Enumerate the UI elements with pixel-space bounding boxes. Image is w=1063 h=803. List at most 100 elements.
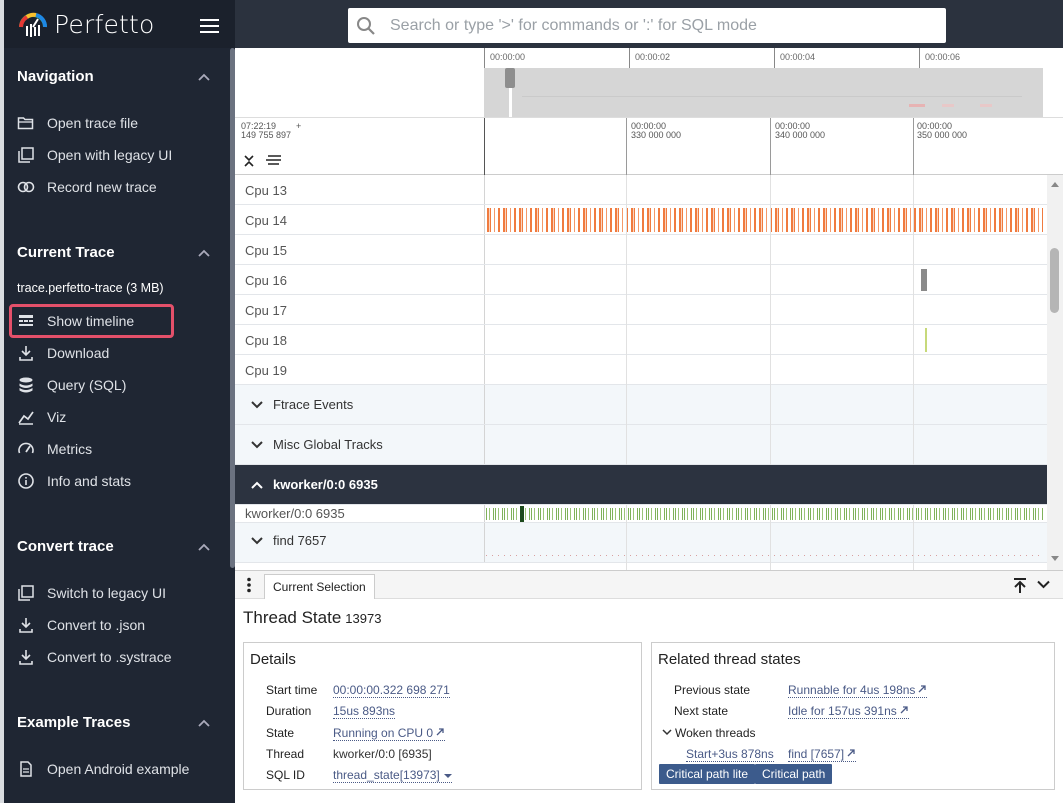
critical-path-lite-button[interactable]: Critical path lite bbox=[659, 764, 756, 784]
track-divider bbox=[484, 505, 485, 522]
sidebar-item-label: Viz bbox=[47, 409, 67, 425]
related-key: Previous state bbox=[674, 683, 751, 697]
open-in-new-icon bbox=[436, 728, 444, 736]
overview-tick-label: 00:00:00 bbox=[490, 52, 526, 62]
previous-state-link[interactable]: Runnable for 4us 198ns bbox=[788, 683, 928, 698]
sql-id-link[interactable]: thread_state[13973] bbox=[333, 768, 452, 783]
time-ruler[interactable]: 07:22:19 + 149 755 897 00:00:00 330 000 … bbox=[235, 117, 1063, 175]
sidebar-item-switch-legacy-ui[interactable]: Switch to legacy UI bbox=[17, 580, 227, 606]
track-cpu-14[interactable]: Cpu 14 bbox=[235, 205, 1047, 235]
track-label: Cpu 19 bbox=[245, 363, 287, 378]
description-icon bbox=[20, 761, 32, 777]
sidebar-item-convert-systrace[interactable]: Convert to .systrace bbox=[17, 644, 227, 670]
track-label: kworker/0:0 6935 bbox=[245, 506, 345, 521]
start-time-link[interactable]: 00:00:00.322 698 271 bbox=[333, 683, 450, 698]
collapse-all-icon[interactable] bbox=[243, 154, 255, 168]
convert-trace-section-title[interactable]: Convert trace bbox=[17, 538, 114, 555]
panel-title: Thread State 13973 bbox=[243, 608, 381, 628]
sort-lines-icon[interactable] bbox=[264, 155, 282, 167]
timeline-scroll-thumb[interactable] bbox=[1050, 248, 1059, 313]
cpu16-slice[interactable] bbox=[921, 269, 927, 291]
sidebar-item-open-legacy-ui[interactable]: Open with legacy UI bbox=[17, 142, 227, 168]
track-kworker-thread[interactable]: kworker/0:0 6935 bbox=[235, 505, 1047, 523]
track-group-ftrace-events[interactable]: Ftrace Events bbox=[235, 385, 1047, 425]
chevron-up-icon[interactable] bbox=[251, 481, 263, 489]
timeline-scrollbar[interactable] bbox=[1047, 175, 1063, 570]
ruler-tick-line bbox=[913, 118, 914, 175]
grid-line bbox=[913, 505, 914, 570]
track-cpu-19[interactable]: Cpu 19 bbox=[235, 355, 1047, 385]
track-group-misc-global[interactable]: Misc Global Tracks bbox=[235, 425, 1047, 465]
chevron-down-icon[interactable] bbox=[251, 401, 263, 409]
detail-key: Thread bbox=[266, 747, 305, 761]
sidebar-item-info-and-stats[interactable]: Info and stats bbox=[17, 468, 227, 494]
chevron-up-icon[interactable] bbox=[197, 248, 211, 258]
track-cpu-16[interactable]: Cpu 16 bbox=[235, 265, 1047, 295]
sidebar-item-open-android-example[interactable]: Open Android example bbox=[17, 756, 227, 782]
critical-path-button[interactable]: Critical path bbox=[755, 764, 833, 784]
maximize-panel-icon[interactable] bbox=[1012, 577, 1028, 594]
track-divider bbox=[484, 265, 485, 294]
overview-tick-line bbox=[919, 48, 920, 68]
sidebar-item-query-sql[interactable]: Query (SQL) bbox=[17, 372, 227, 398]
next-state-link[interactable]: Idle for 157us 391ns bbox=[788, 704, 909, 719]
track-cpu-18[interactable]: Cpu 18 bbox=[235, 325, 1047, 355]
track-group-find[interactable]: find 7657 bbox=[235, 523, 1047, 563]
state-link[interactable]: Running on CPU 0 bbox=[333, 726, 446, 741]
omnibox[interactable] bbox=[348, 8, 946, 43]
scroll-up-arrow-icon[interactable] bbox=[1050, 180, 1060, 188]
filter-none-icon bbox=[18, 147, 34, 163]
track-cpu-17[interactable]: Cpu 17 bbox=[235, 295, 1047, 325]
chevron-up-icon[interactable] bbox=[197, 542, 211, 552]
track-divider bbox=[484, 295, 485, 324]
track-cpu-15[interactable]: Cpu 15 bbox=[235, 235, 1047, 265]
tab-current-selection[interactable]: Current Selection bbox=[264, 574, 375, 599]
selected-slice[interactable] bbox=[520, 506, 524, 522]
overview-timeline[interactable] bbox=[484, 68, 1043, 117]
current-trace-section-title[interactable]: Current Trace bbox=[17, 244, 115, 261]
example-traces-section-title[interactable]: Example Traces bbox=[17, 714, 130, 731]
chevron-down-icon[interactable] bbox=[251, 441, 263, 449]
topbar bbox=[235, 0, 1063, 48]
overview-handle[interactable] bbox=[505, 68, 515, 88]
sidebar-item-metrics[interactable]: Metrics bbox=[17, 436, 227, 462]
woken-time-link[interactable]: Start+3us 878ns bbox=[686, 747, 774, 762]
arrow-drop-down-icon bbox=[443, 774, 452, 778]
overview-mark bbox=[909, 104, 925, 107]
download-icon bbox=[19, 346, 33, 361]
track-group-kworker[interactable]: kworker/0:0 6935 bbox=[235, 465, 1047, 505]
cpu18-slice[interactable] bbox=[925, 328, 927, 352]
cpu14-slices[interactable] bbox=[487, 208, 1043, 232]
duration-link[interactable]: 15us 893ns bbox=[333, 704, 396, 719]
navigation-section-title[interactable]: Navigation bbox=[17, 68, 94, 85]
sidebar-item-open-trace-file[interactable]: Open trace file bbox=[17, 110, 227, 136]
chevron-down-icon[interactable] bbox=[251, 537, 263, 545]
scroll-down-arrow-icon[interactable] bbox=[1050, 555, 1060, 563]
panel-tab-bar: Current Selection bbox=[235, 571, 1063, 599]
woken-threads-label: Woken threads bbox=[675, 726, 756, 740]
ruler-origin-line bbox=[484, 118, 485, 175]
timeline: 00:00:00 00:00:02 00:00:04 00:00:06 07:2… bbox=[235, 48, 1063, 570]
detail-key: SQL ID bbox=[266, 768, 305, 782]
chevron-down-icon[interactable] bbox=[1037, 580, 1050, 589]
chevron-up-icon[interactable] bbox=[197, 718, 211, 728]
search-input[interactable] bbox=[390, 8, 930, 43]
track-group-label: Misc Global Tracks bbox=[273, 437, 383, 452]
track-cpu-13[interactable]: Cpu 13 bbox=[235, 175, 1047, 205]
app-name: Perfetto bbox=[54, 10, 155, 39]
sidebar-item-download[interactable]: Download bbox=[17, 340, 227, 366]
ruler-tick-line bbox=[626, 118, 627, 175]
sidebar-item-viz[interactable]: Viz bbox=[17, 404, 227, 430]
detail-key: Duration bbox=[266, 704, 312, 718]
menu-icon[interactable] bbox=[200, 19, 219, 33]
sidebar-item-record-new-trace[interactable]: Record new trace bbox=[17, 174, 227, 200]
chevron-down-icon[interactable] bbox=[662, 729, 672, 736]
database-icon bbox=[19, 377, 33, 393]
woken-thread-link[interactable]: find [7657] bbox=[788, 747, 857, 762]
sidebar: Perfetto Navigation Open trace file Open… bbox=[0, 0, 235, 803]
more-vert-icon[interactable] bbox=[246, 577, 252, 593]
sidebar-item-convert-json[interactable]: Convert to .json bbox=[17, 612, 227, 638]
kworker-slices[interactable] bbox=[486, 508, 1043, 520]
chevron-up-icon[interactable] bbox=[197, 72, 211, 82]
overview-window bbox=[509, 88, 512, 117]
